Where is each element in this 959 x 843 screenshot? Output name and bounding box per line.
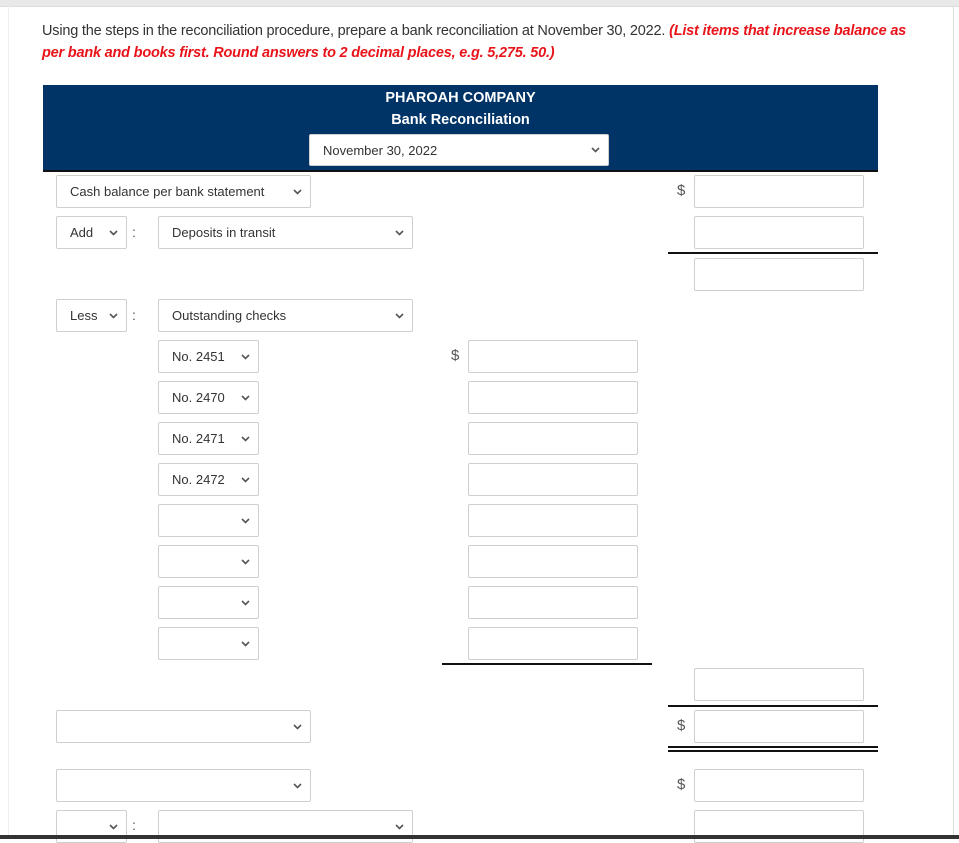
checks-total-line xyxy=(442,663,652,665)
less-operator-select[interactable]: Less xyxy=(56,299,127,332)
chevron-down-icon xyxy=(292,187,302,197)
double-underline xyxy=(668,746,878,752)
adjusted-line xyxy=(668,705,878,707)
chevron-down-icon xyxy=(108,228,118,238)
check-amount-input[interactable] xyxy=(468,545,638,578)
check-number-value: No. 2471 xyxy=(172,431,225,446)
colon-separator: : xyxy=(132,817,136,833)
chevron-down-icon xyxy=(590,145,600,155)
check-amount-input[interactable] xyxy=(468,586,638,619)
chevron-down-icon xyxy=(240,475,250,485)
check-number-select[interactable]: No. 2451 xyxy=(158,340,259,373)
currency-symbol: $ xyxy=(677,717,686,734)
check-number-select[interactable] xyxy=(158,504,259,537)
currency-symbol: $ xyxy=(677,182,686,199)
instructions-text: Using the steps in the reconciliation pr… xyxy=(42,23,666,39)
add-operator-value: Add xyxy=(70,225,94,240)
statement-title: Bank Reconciliation xyxy=(391,112,530,128)
check-amount-input[interactable] xyxy=(468,627,638,660)
date-select[interactable]: November 30, 2022 xyxy=(309,134,609,166)
adjusted-balance-bank-input[interactable] xyxy=(694,710,864,743)
add-item-select[interactable]: Deposits in transit xyxy=(158,216,413,249)
currency-symbol: $ xyxy=(677,776,686,793)
add-item-value: Deposits in transit xyxy=(172,225,276,240)
bottom-bar xyxy=(0,835,959,839)
check-number-value: No. 2472 xyxy=(172,472,225,487)
less-item-value: Outstanding checks xyxy=(172,308,287,323)
check-number-select[interactable] xyxy=(158,586,259,619)
chevron-down-icon xyxy=(240,516,250,526)
chevron-down-icon xyxy=(394,822,404,832)
chevron-down-icon xyxy=(108,822,118,832)
left-border xyxy=(8,6,9,839)
balance-per-bank-input[interactable] xyxy=(694,175,864,208)
company-name: PHAROAH COMPANY xyxy=(385,90,536,106)
chevron-down-icon xyxy=(394,311,404,321)
adjusted-label-select[interactable] xyxy=(56,710,311,743)
check-number-value: No. 2451 xyxy=(172,349,225,364)
chevron-down-icon xyxy=(292,781,302,791)
check-number-value: No. 2470 xyxy=(172,390,225,405)
add-operator-select[interactable]: Add xyxy=(56,216,127,249)
deposits-in-transit-input[interactable] xyxy=(694,216,864,249)
currency-symbol: $ xyxy=(451,347,460,364)
check-number-select[interactable]: No. 2472 xyxy=(158,463,259,496)
right-border xyxy=(953,6,954,839)
check-number-select[interactable]: No. 2470 xyxy=(158,381,259,414)
less-item-select[interactable]: Outstanding checks xyxy=(158,299,413,332)
check-number-select[interactable] xyxy=(158,545,259,578)
check-amount-input[interactable] xyxy=(468,381,638,414)
colon-separator: : xyxy=(132,224,136,240)
chevron-down-icon xyxy=(240,557,250,567)
colon-separator: : xyxy=(132,307,136,323)
subtotal-line xyxy=(668,252,878,254)
chevron-down-icon xyxy=(240,434,250,444)
chevron-down-icon xyxy=(240,352,250,362)
books-label-select[interactable] xyxy=(56,769,311,802)
checks-total-input[interactable] xyxy=(694,668,864,701)
top-bar xyxy=(0,0,959,7)
check-amount-input[interactable] xyxy=(468,504,638,537)
chevron-down-icon xyxy=(240,393,250,403)
chevron-down-icon xyxy=(292,722,302,732)
check-number-select[interactable] xyxy=(158,627,259,660)
less-operator-value: Less xyxy=(70,308,98,323)
balance-per-books-input[interactable] xyxy=(694,769,864,802)
balance-label-select[interactable]: Cash balance per bank statement xyxy=(56,175,311,208)
chevron-down-icon xyxy=(240,639,250,649)
chevron-down-icon xyxy=(240,598,250,608)
instructions: Using the steps in the reconciliation pr… xyxy=(42,20,912,64)
check-number-select[interactable]: No. 2471 xyxy=(158,422,259,455)
chevron-down-icon xyxy=(108,311,118,321)
chevron-down-icon xyxy=(394,228,404,238)
subtotal-input[interactable] xyxy=(694,258,864,291)
check-amount-input[interactable] xyxy=(468,463,638,496)
check-amount-input[interactable] xyxy=(468,340,638,373)
balance-label-value: Cash balance per bank statement xyxy=(70,184,265,199)
date-select-value: November 30, 2022 xyxy=(323,142,438,158)
check-amount-input[interactable] xyxy=(468,422,638,455)
